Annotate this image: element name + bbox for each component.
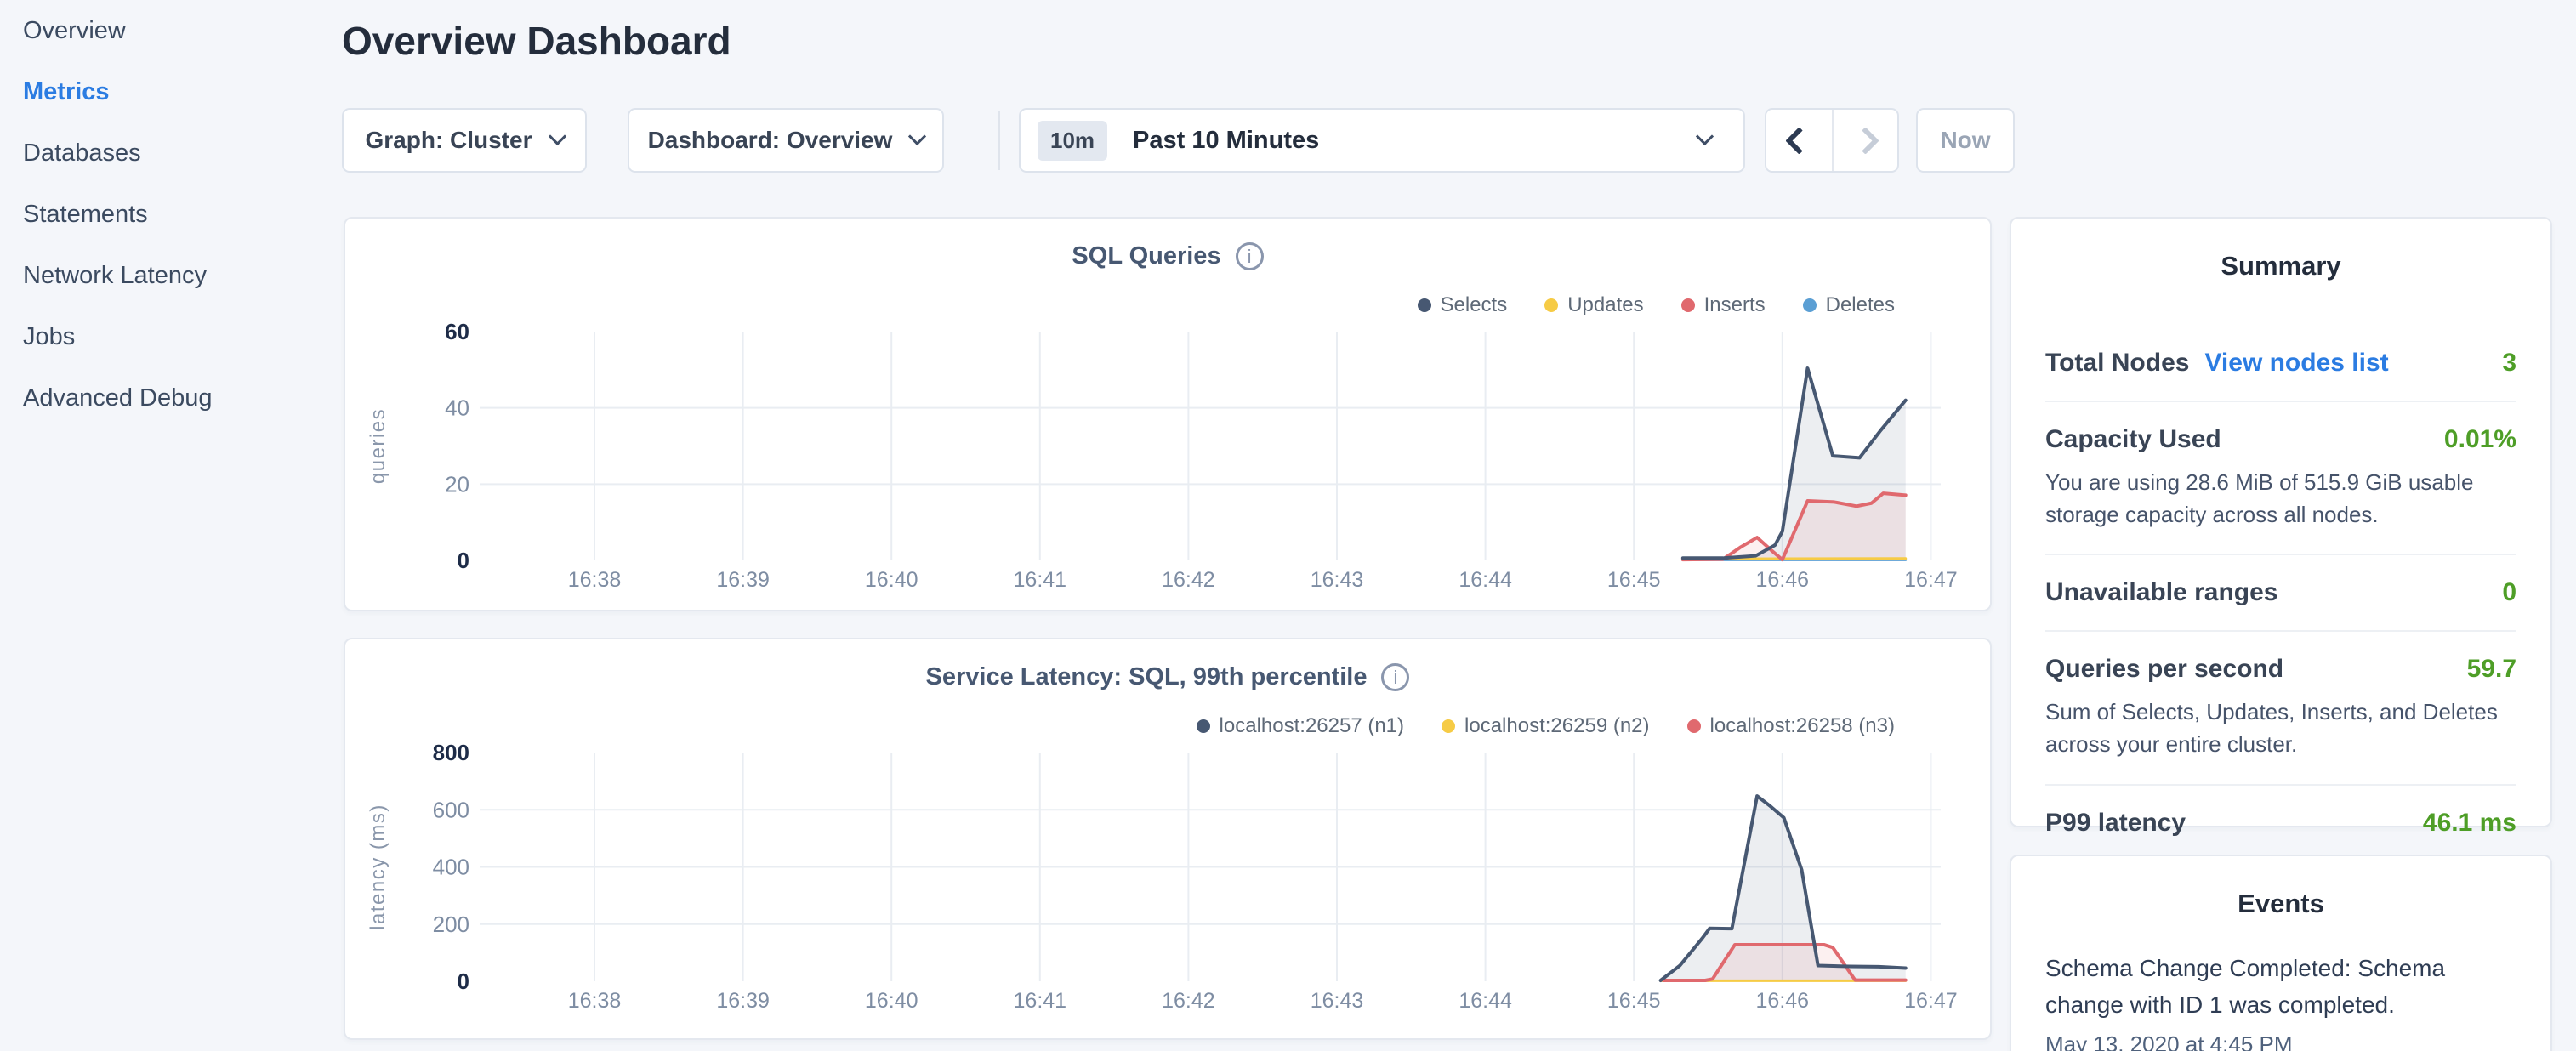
sql-queries-plot[interactable]: 16:38 16:39 16:40 16:41 16:42 16:43 16:44 16:45… [345,219,1993,613]
view-nodes-list-link[interactable]: View nodes list [2204,349,2388,378]
time-range-picker[interactable]: 10m Past 10 Minutes [1019,108,1745,173]
summary-row-label: Queries per second [2045,655,2283,684]
graph-dropdown[interactable]: Graph: Cluster [342,108,587,173]
dashboard-dropdown-label: Dashboard: Overview [648,127,893,154]
summary-panel: Summary Total Nodes View nodes list 3 Ca… [2010,217,2552,827]
x-tick-label: 16:38 [568,989,622,1013]
sidebar-item-overview[interactable]: Overview [0,0,342,61]
sql-queries-chart-card: SQL Queries SelectsUpdatesInsertsDeletes… [344,217,1992,611]
toolbar-divider [998,111,1000,170]
y-tick-label: 600 [433,797,469,822]
y-axis-title: latency (ms) [367,804,390,930]
y-tick-label: 400 [433,855,469,880]
time-range-badge: 10m [1038,121,1107,161]
y-tick-label: 0 [458,969,469,994]
next-range-button[interactable] [1832,110,1897,171]
sidebar: Overview Metrics Databases Statements Ne… [0,0,342,1051]
x-tick-label: 16:39 [716,989,770,1013]
admin-ui-root: Overview Metrics Databases Statements Ne… [0,0,2576,1051]
time-range-label: Past 10 Minutes [1133,127,1319,155]
events-panel: Events Schema Change Completed: Schema c… [2010,855,2552,1051]
x-tick-label: 16:45 [1607,989,1661,1013]
summary-row-label: Unavailable ranges [2045,578,2277,607]
service-latency-chart-card: Service Latency: SQL, 99th percentile lo… [344,638,1992,1040]
summary-row-value: 3 [2502,349,2516,378]
event-message: Schema Change Completed: Schema change w… [2045,950,2516,1023]
summary-rows: Total Nodes View nodes list 3 Capacity U… [2045,326,2516,861]
summary-title: Summary [2011,251,2550,281]
sidebar-item-databases[interactable]: Databases [0,122,342,184]
events-title: Events [2011,889,2550,919]
sidebar-item-network-latency[interactable]: Network Latency [0,245,342,306]
chevron-down-icon [548,128,566,145]
summary-row-unavailable-ranges: Unavailable ranges 0 [2045,554,2516,630]
event-timestamp: May 13, 2020 at 4:45 PM [2045,1031,2516,1051]
y-tick-label: 800 [433,740,469,765]
x-tick-label: 16:43 [1311,568,1364,592]
x-tick-label: 16:45 [1607,568,1661,592]
summary-row-value: 0 [2502,578,2516,607]
y-axis-title: queries [367,408,390,484]
x-tick-label: 16:40 [865,989,918,1013]
summary-row-description: Sum of Selects, Updates, Inserts, and De… [2045,696,2516,760]
summary-row-capacity-used: Capacity Used 0.01% You are using 28.6 M… [2045,401,2516,554]
sidebar-item-advanced-debug[interactable]: Advanced Debug [0,367,342,429]
x-tick-label: 16:47 [1904,989,1958,1013]
sidebar-item-metrics[interactable]: Metrics [0,61,342,122]
summary-row-value: 0.01% [2444,425,2516,454]
summary-row-queries-per-second: Queries per second 59.7 Sum of Selects, … [2045,630,2516,783]
x-tick-label: 16:42 [1162,989,1215,1013]
sidebar-item-jobs[interactable]: Jobs [0,306,342,367]
graph-dropdown-label: Graph: Cluster [365,127,532,154]
chevron-left-icon [1785,127,1813,155]
dashboard-dropdown[interactable]: Dashboard: Overview [628,108,944,173]
chevron-down-icon [1696,128,1714,145]
summary-row-label: P99 latency [2045,809,2186,838]
x-tick-label: 16:39 [716,568,770,592]
chevron-right-icon [1851,127,1879,155]
y-tick-label: 200 [433,912,469,937]
summary-row-value: 46.1 ms [2423,809,2516,838]
page-title: Overview Dashboard [342,19,731,63]
summary-row-total-nodes: Total Nodes View nodes list 3 [2045,326,2516,401]
x-tick-label: 16:46 [1756,989,1810,1013]
y-tick-label: 20 [445,471,469,497]
sidebar-item-statements[interactable]: Statements [0,184,342,245]
x-tick-label: 16:44 [1459,568,1512,592]
summary-row-description: You are using 28.6 MiB of 515.9 GiB usab… [2045,467,2516,531]
prev-range-button[interactable] [1766,110,1832,171]
x-tick-label: 16:46 [1756,568,1810,592]
y-tick-label: 40 [445,395,469,421]
x-tick-label: 16:40 [865,568,918,592]
x-tick-label: 16:42 [1162,568,1215,592]
x-tick-label: 16:41 [1014,989,1067,1013]
service-latency-plot[interactable]: 16:38 16:39 16:40 16:41 16:42 16:43 16:44 16:45… [345,639,1993,1034]
x-tick-label: 16:43 [1311,989,1364,1013]
y-tick-label: 0 [458,548,469,573]
x-tick-label: 16:44 [1459,989,1512,1013]
summary-row-label: Capacity Used [2045,425,2221,454]
y-tick-label: 60 [445,319,469,344]
x-tick-label: 16:41 [1014,568,1067,592]
summary-row-label: Total Nodes [2045,349,2189,378]
summary-row-value: 59.7 [2467,655,2516,684]
now-button[interactable]: Now [1916,108,2015,173]
x-tick-label: 16:47 [1904,568,1958,592]
summary-row-p99-latency: P99 latency 46.1 ms [2045,784,2516,861]
x-tick-label: 16:38 [568,568,622,592]
chevron-down-icon [908,128,926,145]
event-list-item[interactable]: Schema Change Completed: Schema change w… [2045,950,2516,1051]
time-range-pager [1765,108,1899,173]
